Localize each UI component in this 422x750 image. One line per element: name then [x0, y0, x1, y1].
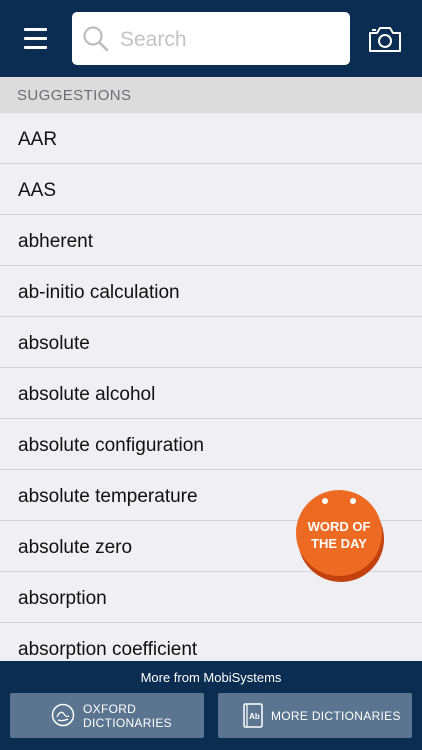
- suggestions-list: AAR AAS abherent ab-initio calculation a…: [0, 113, 422, 661]
- list-item-label: absolute zero: [18, 537, 133, 558]
- list-item-label: AAR: [18, 129, 58, 150]
- list-item-label: absolute configuration: [18, 435, 204, 456]
- list-item-label: absorption coefficient: [18, 639, 198, 660]
- list-item[interactable]: absorption coefficient: [0, 623, 422, 661]
- suggestions-header-label: SUGGESTIONS: [17, 87, 132, 104]
- search-icon: [83, 26, 109, 52]
- top-bar: [0, 0, 422, 77]
- list-item[interactable]: abherent: [0, 215, 422, 266]
- list-item-label: ab-initio calculation: [18, 282, 180, 303]
- list-item[interactable]: absolute: [0, 317, 422, 368]
- search-box[interactable]: [72, 12, 350, 65]
- more-from-label: More from MobiSystems: [140, 670, 282, 685]
- menu-button[interactable]: [20, 24, 52, 54]
- calendar-ring-dot: [322, 498, 328, 504]
- oxford-label-line1: OXFORD: [83, 702, 137, 716]
- book-ab-icon: Ab: [243, 703, 263, 728]
- oxford-dictionaries-label: OXFORD DICTIONARIES: [83, 702, 172, 730]
- list-item-label: absolute: [18, 333, 90, 354]
- oxford-label-line2: DICTIONARIES: [83, 716, 172, 730]
- list-item[interactable]: AAS: [0, 164, 422, 215]
- word-of-the-day-line1: WORD OF: [307, 519, 371, 534]
- search-input[interactable]: [118, 22, 342, 58]
- word-of-the-day-label: WORD OF THE DAY: [296, 518, 382, 552]
- globe-icon: [51, 703, 75, 727]
- more-dictionaries-button[interactable]: Ab MORE DICTIONARIES: [218, 693, 412, 738]
- bottom-bar: More from MobiSystems OXFORD DICTIONARIE…: [0, 661, 422, 750]
- oxford-dictionaries-button[interactable]: OXFORD DICTIONARIES: [10, 693, 204, 738]
- list-item-label: absorption: [18, 588, 107, 609]
- list-item[interactable]: absolute alcohol: [0, 368, 422, 419]
- word-of-the-day-button[interactable]: WORD OF THE DAY: [296, 490, 384, 582]
- list-item[interactable]: ab-initio calculation: [0, 266, 422, 317]
- camera-button[interactable]: [368, 24, 402, 54]
- list-item-label: abherent: [18, 231, 94, 252]
- list-item-label: AAS: [18, 180, 57, 201]
- word-of-the-day-line2: THE DAY: [311, 536, 367, 551]
- calendar-icon: WORD OF THE DAY: [296, 490, 382, 576]
- more-dictionaries-label: MORE DICTIONARIES: [271, 709, 401, 723]
- list-item-label: absolute temperature: [18, 486, 198, 507]
- list-item-label: absolute alcohol: [18, 384, 156, 405]
- list-item[interactable]: AAR: [0, 113, 422, 164]
- list-item[interactable]: absolute configuration: [0, 419, 422, 470]
- list-item[interactable]: absorption: [0, 572, 422, 623]
- suggestions-header: SUGGESTIONS: [0, 77, 422, 113]
- calendar-ring-dot: [350, 498, 356, 504]
- svg-text:Ab: Ab: [249, 712, 260, 721]
- camera-icon: [369, 27, 401, 52]
